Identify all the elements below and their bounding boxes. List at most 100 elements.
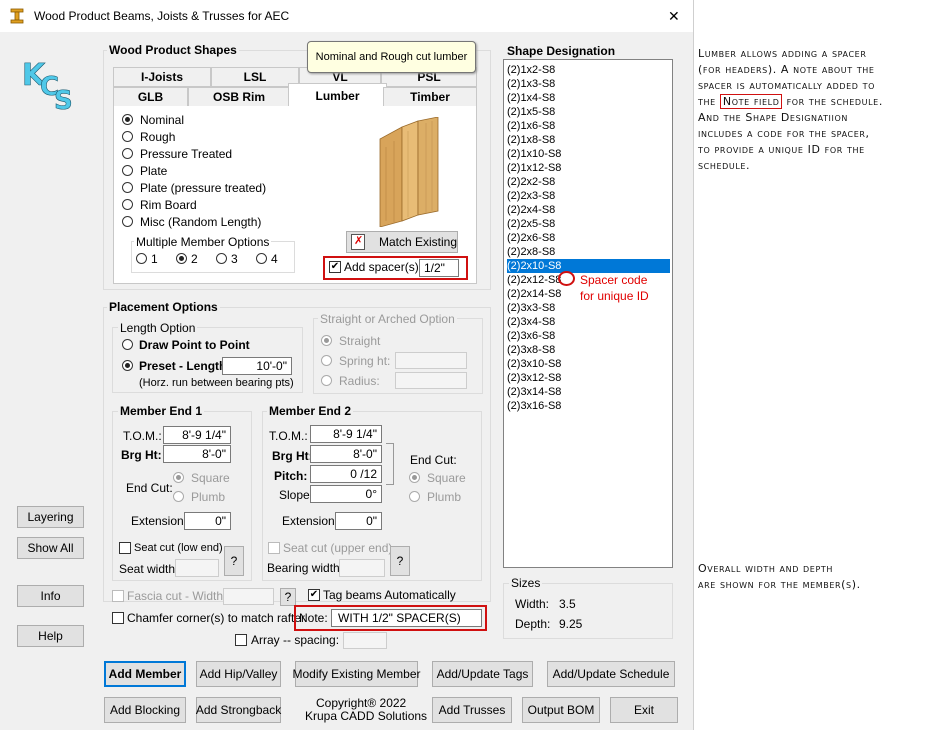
preset-length-input[interactable]: 10'-0" [222,357,292,375]
annotation-line: Lumber allows adding a spacer [698,47,867,60]
layering-button[interactable]: Layering [17,506,84,528]
radio-multi-3[interactable] [216,253,227,264]
end1-radio-plumb[interactable] [173,491,184,502]
add-blocking-button[interactable]: Add Blocking [104,697,186,723]
end2-slope-label: Slope: [279,488,314,502]
end1-brg-input[interactable]: 8'-0" [163,445,231,463]
add-trusses-button[interactable]: Add Trusses [432,697,512,723]
end2-tom-input[interactable]: 8'-9 1/4" [310,425,382,443]
end2-seat-cut-checkbox[interactable] [268,542,280,554]
list-item[interactable]: (2)2x5-S8 [507,217,670,231]
end2-radio-plumb[interactable] [409,491,420,502]
end1-tom-input[interactable]: 8'-9 1/4" [163,426,231,444]
add-hip-valley-button[interactable]: Add Hip/Valley [196,661,281,687]
list-item[interactable]: (2)1x4-S8 [507,91,670,105]
list-item[interactable]: (2)1x10-S8 [507,147,670,161]
list-item[interactable]: (2)3x14-S8 [507,385,670,399]
close-icon[interactable]: ✕ [668,8,680,25]
tab-glb[interactable]: GLB [113,87,188,107]
info-button[interactable]: Info [17,585,84,607]
radio-radius[interactable] [321,375,332,386]
list-item[interactable]: (2)1x12-S8 [507,161,670,175]
list-item[interactable]: (2)1x3-S8 [507,77,670,91]
end1-help-button[interactable]: ? [224,546,244,576]
list-item[interactable]: (2)2x4-S8 [507,203,670,217]
end1-radio-square[interactable] [173,472,184,483]
show-all-button[interactable]: Show All [17,537,84,559]
radio-plate-pt[interactable] [122,182,133,193]
list-item[interactable]: (2)2x8-S8 [507,245,670,259]
tab-timber[interactable]: Timber [383,87,477,107]
radio-multi-1[interactable] [136,253,147,264]
radio-multi-4[interactable] [256,253,267,264]
radio-preset-length[interactable] [122,360,133,371]
end2-help-button[interactable]: ? [390,546,410,576]
list-item[interactable]: (2)1x2-S8 [507,63,670,77]
list-item[interactable]: (2)1x6-S8 [507,119,670,133]
list-item[interactable]: (2)3x12-S8 [507,371,670,385]
list-item[interactable]: (2)3x6-S8 [507,329,670,343]
list-item[interactable]: (2)1x5-S8 [507,105,670,119]
list-item[interactable]: (2)1x8-S8 [507,133,670,147]
list-item[interactable]: (2)3x10-S8 [507,357,670,371]
modify-member-button[interactable]: Modify Existing Member [292,661,421,687]
chamfer-checkbox[interactable] [112,612,124,624]
radio-nominal[interactable] [122,114,133,125]
exit-button[interactable]: Exit [610,697,678,723]
multiple-member-title: Multiple Member Options [134,235,272,249]
list-item-selected[interactable]: (2)2x10-S8 [507,259,670,273]
list-item[interactable]: (2)3x8-S8 [507,343,670,357]
fascia-width-input[interactable] [223,588,274,605]
match-existing-icon: ✗ [351,234,365,250]
fascia-checkbox[interactable] [112,590,124,602]
match-existing-button[interactable]: ✗ Match Existing [346,231,458,253]
array-spacing-input[interactable] [343,632,387,649]
designation-listbox[interactable]: (2)1x2-S8 (2)1x3-S8 (2)1x4-S8 (2)1x5-S8 … [503,59,673,568]
end1-seat-width-input[interactable] [175,559,219,577]
end2-brg-input[interactable]: 8'-0" [310,445,382,463]
output-bom-button[interactable]: Output BOM [522,697,600,723]
end2-slope-input[interactable]: 0° [310,485,382,503]
tab-lsl[interactable]: LSL [211,67,299,87]
end2-label-plumb: Plumb [427,490,462,504]
end1-seat-cut-checkbox[interactable] [119,542,131,554]
radio-draw-point[interactable] [122,339,133,350]
radio-pressure-treated[interactable] [122,148,133,159]
add-tags-button[interactable]: Add/Update Tags [432,661,533,687]
radio-spring-ht[interactable] [321,355,332,366]
tab-ijoists[interactable]: I-Joists [113,67,211,87]
list-item[interactable]: (2)3x16-S8 [507,399,670,413]
end2-pitch-input[interactable]: 0 /12 [310,465,382,483]
list-item[interactable]: (2)3x3-S8 [507,301,670,315]
end2-radio-square[interactable] [409,472,420,483]
radio-rim-board[interactable] [122,199,133,210]
list-item[interactable]: (2)2x2-S8 [507,175,670,189]
radius-input[interactable] [395,372,467,389]
end2-bearing-width-input[interactable] [339,559,385,577]
list-item[interactable]: (2)2x3-S8 [507,189,670,203]
list-item[interactable]: (2)3x4-S8 [507,315,670,329]
fascia-help-button[interactable]: ? [280,588,296,606]
radio-rough[interactable] [122,131,133,142]
list-item[interactable]: (2)2x6-S8 [507,231,670,245]
help-button[interactable]: Help [17,625,84,647]
array-checkbox[interactable] [235,634,247,646]
radio-misc[interactable] [122,216,133,227]
radio-multi-2[interactable] [176,253,187,264]
end2-ext-input[interactable]: 0" [335,512,382,530]
add-strongback-button[interactable]: Add Strongback [196,697,281,723]
spring-ht-input[interactable] [395,352,467,369]
end2-seat-cut-label: Seat cut (upper end) [283,541,393,555]
add-spacer-checkbox[interactable]: ✔ [329,261,341,273]
tab-lumber[interactable]: Lumber [288,83,387,107]
label-spring-ht: Spring ht: [339,354,391,368]
note-input[interactable]: WITH 1/2" SPACER(S) [331,609,482,627]
tab-osb-rim[interactable]: OSB Rim [188,87,290,107]
tag-beams-checkbox[interactable]: ✔ [308,589,320,601]
end1-ext-input[interactable]: 0" [184,512,231,530]
radio-plate[interactable] [122,165,133,176]
add-member-button[interactable]: Add Member [104,661,186,687]
spacer-input[interactable]: 1/2" [419,259,459,277]
add-schedule-button[interactable]: Add/Update Schedule [547,661,675,687]
radio-straight[interactable] [321,335,332,346]
